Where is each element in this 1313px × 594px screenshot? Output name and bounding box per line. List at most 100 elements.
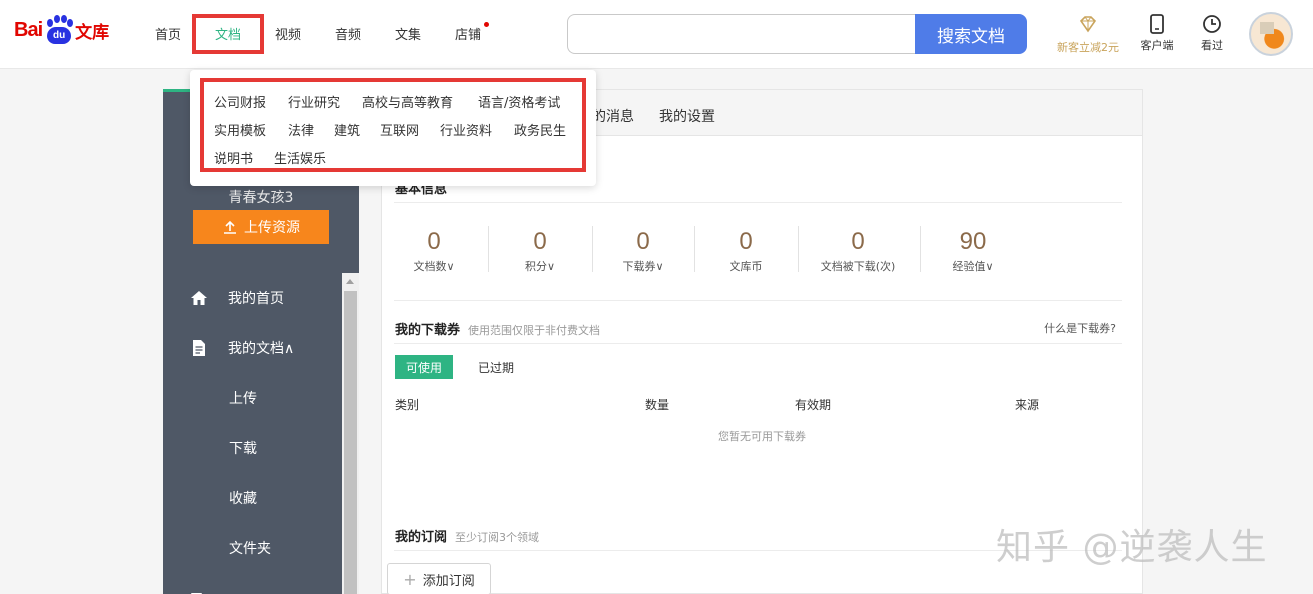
nav-collections[interactable]: 文集 xyxy=(395,24,421,43)
baidu-wenku-logo[interactable]: Bai du 文库 xyxy=(14,12,109,48)
column-header-validity: 有效期 xyxy=(795,398,832,412)
tab-messages[interactable]: 的消息 xyxy=(592,106,634,126)
zhihu-watermark: 知乎 @逆袭人生 xyxy=(996,527,1268,568)
document-icon xyxy=(193,340,205,356)
new-user-promo[interactable]: 新客立减2元 xyxy=(1052,14,1124,55)
column-header-source: 来源 xyxy=(1015,398,1040,412)
stat-documents[interactable]: 0 文档数∨ xyxy=(389,228,479,274)
stat-value: 90 xyxy=(959,228,987,255)
category-lifestyle[interactable]: 生活娱乐 xyxy=(274,148,326,167)
sidebar-item-upload[interactable]: 上传 xyxy=(163,383,343,413)
nav-home[interactable]: 首页 xyxy=(155,24,181,43)
subscription-section-title: 我的订阅 至少订阅3个领域 xyxy=(395,526,539,545)
stat-separator xyxy=(798,226,799,272)
tab-settings[interactable]: 我的设置 xyxy=(659,106,715,126)
history-label: 看过 xyxy=(1201,39,1223,52)
upload-icon xyxy=(224,220,236,234)
stat-separator xyxy=(488,226,489,272)
paw-logo-icon: du xyxy=(43,15,74,45)
category-language-exams[interactable]: 语言/资格考试 xyxy=(478,92,560,111)
sidebar-item-folders[interactable]: 文件夹 xyxy=(163,533,343,563)
subscription-title: 我的订阅 xyxy=(395,530,448,545)
stat-value: 0 xyxy=(739,228,753,255)
category-internet[interactable]: 互联网 xyxy=(380,120,419,139)
nav-shop-label: 店铺 xyxy=(455,28,482,43)
logo-text-bai: Bai xyxy=(14,18,43,41)
video-icon xyxy=(191,593,202,594)
stat-points[interactable]: 0 积分∨ xyxy=(495,228,585,274)
category-law[interactable]: 法律 xyxy=(288,120,314,139)
tab-coupons-expired[interactable]: 已过期 xyxy=(478,359,514,376)
stat-label: 文档数∨ xyxy=(413,260,455,273)
upload-resource-button[interactable]: 上传资源 xyxy=(193,210,329,244)
nav-shop[interactable]: 店铺 xyxy=(455,22,490,43)
sidebar-scrollbar[interactable] xyxy=(342,273,359,594)
client-app-link[interactable]: 客户端 xyxy=(1138,14,1176,53)
search-button[interactable]: 搜索文档 xyxy=(915,14,1027,54)
tab-coupons-available[interactable]: 可使用 xyxy=(395,355,453,379)
category-higher-education[interactable]: 高校与高等教育 xyxy=(362,92,453,111)
stat-experience[interactable]: 90 经验值∨ xyxy=(928,228,1018,274)
category-manuals[interactable]: 说明书 xyxy=(214,148,253,167)
stat-value: 0 xyxy=(533,228,547,255)
scrollbar-thumb[interactable] xyxy=(344,291,357,594)
coupons-note: 使用范围仅限于非付费文档 xyxy=(468,324,601,337)
what-are-coupons-link[interactable]: 什么是下载券? xyxy=(1044,320,1116,336)
category-company-reports[interactable]: 公司财报 xyxy=(214,92,266,111)
category-architecture[interactable]: 建筑 xyxy=(334,120,360,139)
coupons-empty-message: 您暂无可用下载券 xyxy=(718,430,806,443)
coupons-section-title: 我的下载券 使用范围仅限于非付费文档 xyxy=(395,319,600,338)
diamond-icon xyxy=(1079,16,1097,33)
stat-download-coupons[interactable]: 0 下载券∨ xyxy=(598,228,688,274)
sidebar-item-download[interactable]: 下载 xyxy=(163,433,343,463)
sidebar-item-label: 我的首页 xyxy=(228,291,284,307)
history-link[interactable]: 看过 xyxy=(1196,14,1228,53)
divider xyxy=(394,343,1122,344)
nav-video[interactable]: 视频 xyxy=(275,24,301,43)
user-avatar[interactable] xyxy=(1249,12,1293,56)
phone-icon xyxy=(1150,14,1164,34)
home-icon xyxy=(191,291,207,305)
column-header-quantity: 数量 xyxy=(645,398,670,412)
stat-label: 积分∨ xyxy=(524,260,556,273)
client-label: 客户端 xyxy=(1140,39,1174,52)
divider xyxy=(394,202,1122,203)
plus-icon: + xyxy=(403,569,417,589)
stat-separator xyxy=(920,226,921,272)
stat-separator xyxy=(592,226,593,272)
highlight-box-documents-tab xyxy=(192,14,264,54)
sidebar-item-my-home[interactable]: 我的首页 xyxy=(163,283,343,313)
stat-label: 文档被下载(次) xyxy=(820,260,896,273)
clock-icon xyxy=(1203,15,1221,33)
search-input[interactable] xyxy=(568,15,917,53)
documents-category-dropdown: 公司财报 行业研究 高校与高等教育 语言/资格考试 实用模板 法律 建筑 互联网… xyxy=(190,70,596,186)
username: 青春女孩3 xyxy=(228,190,294,206)
sidebar-item-label: 我的文档∧ xyxy=(228,341,295,357)
promo-label: 新客立减2元 xyxy=(1057,41,1119,54)
add-subscription-label: 添加订阅 xyxy=(422,573,475,589)
stat-label: 文库币 xyxy=(729,260,763,273)
stat-label: 下载券∨ xyxy=(622,260,664,273)
sidebar-item-my-videos[interactable] xyxy=(163,583,343,594)
add-subscription-button[interactable]: + 添加订阅 xyxy=(387,563,491,594)
sidebar-item-favorites[interactable]: 收藏 xyxy=(163,483,343,513)
category-industry-research[interactable]: 行业研究 xyxy=(288,92,340,111)
upload-label: 上传资源 xyxy=(244,220,300,236)
top-navigation-bar: Bai du 文库 首页 文档 视频 音频 文集 店铺 搜索文档 新客立减2元 … xyxy=(0,0,1313,69)
stat-value: 0 xyxy=(636,228,650,255)
stat-label: 经验值∨ xyxy=(952,260,994,273)
category-government[interactable]: 政务民生 xyxy=(514,120,566,139)
subscription-note: 至少订阅3个领域 xyxy=(455,531,540,544)
logo-text-wenku: 文库 xyxy=(75,22,110,43)
search-field[interactable] xyxy=(567,14,917,54)
nav-audio[interactable]: 音频 xyxy=(335,24,361,43)
category-templates[interactable]: 实用模板 xyxy=(214,120,266,139)
stat-wenku-coins[interactable]: 0 文库币 xyxy=(701,228,791,274)
category-industry-materials[interactable]: 行业资料 xyxy=(440,120,492,139)
sidebar-item-my-documents[interactable]: 我的文档∧ xyxy=(163,333,343,363)
stat-separator xyxy=(694,226,695,272)
coupons-title: 我的下载券 xyxy=(395,323,461,338)
stat-times-downloaded[interactable]: 0 文档被下载(次) xyxy=(813,228,903,274)
stat-value: 0 xyxy=(427,228,441,255)
scroll-up-arrow-icon[interactable] xyxy=(346,279,354,284)
